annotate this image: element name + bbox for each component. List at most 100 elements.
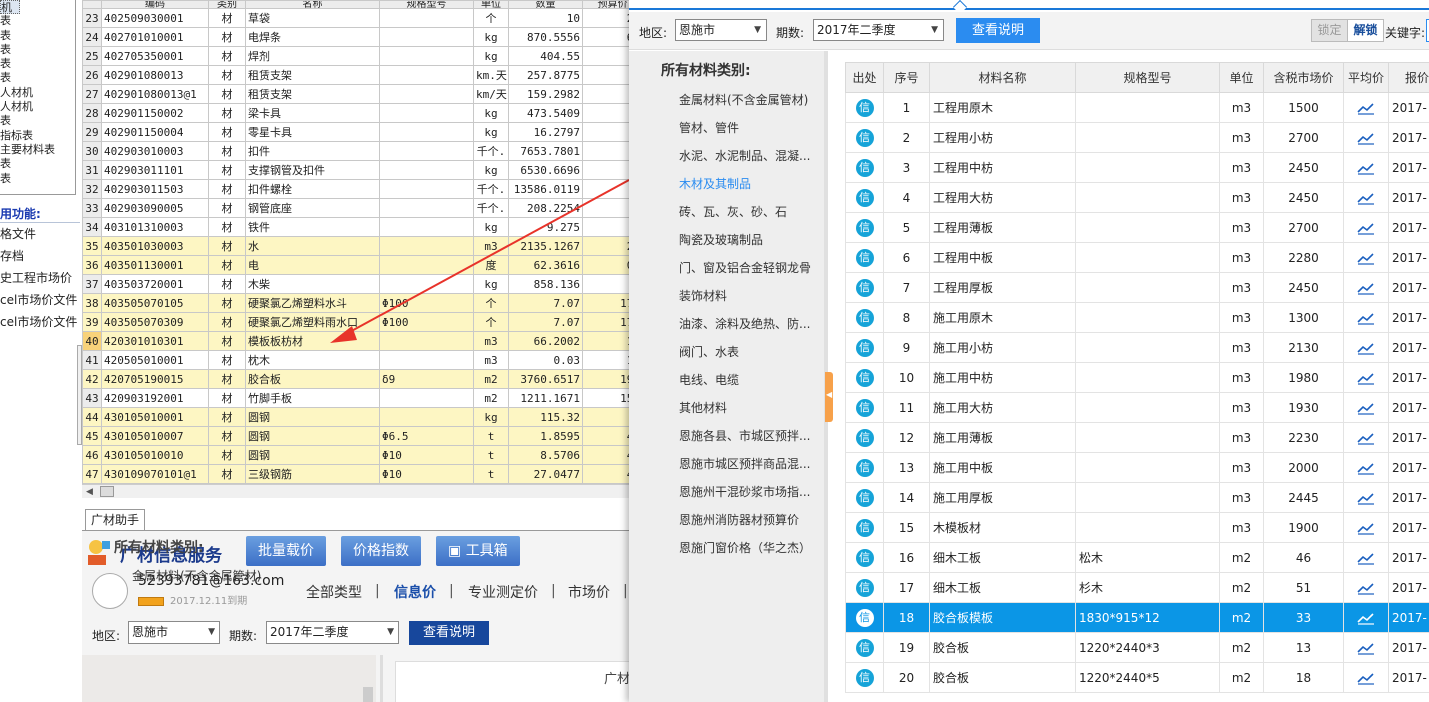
material-unit[interactable]: kg <box>473 217 509 237</box>
material-type[interactable]: 材 <box>208 388 246 408</box>
grid-column-header[interactable]: 名称 <box>245 0 380 9</box>
material-name[interactable]: 枕木 <box>245 350 380 370</box>
material-unit[interactable]: m2 <box>473 388 509 408</box>
material-unit[interactable]: kg <box>473 407 509 427</box>
info-source-icon[interactable]: 信 <box>855 158 874 177</box>
category-scrollbar[interactable] <box>363 687 373 702</box>
info-source-icon[interactable]: 信 <box>855 248 874 267</box>
material-price[interactable]: 19. <box>582 369 630 389</box>
material-name[interactable]: 竹脚手板 <box>245 388 380 408</box>
source-cell[interactable]: 信 <box>845 392 884 423</box>
material-spec[interactable] <box>379 65 474 85</box>
grid-row[interactable]: 34403101310003材铁件 kg9.2755 <box>82 217 630 237</box>
material-spec[interactable] <box>379 198 474 218</box>
function-item[interactable]: cel市场价文件 <box>0 311 80 333</box>
material-name[interactable]: 电焊条 <box>245 27 380 47</box>
unlock-button[interactable]: 解锁 <box>1347 19 1384 42</box>
material-type[interactable]: 材 <box>208 122 246 142</box>
material-unit[interactable]: m3 <box>473 331 509 351</box>
price-row[interactable]: 信 14 施工用厚板 m3 2445 2017- <box>845 482 1429 513</box>
trend-chart-icon[interactable] <box>1357 491 1375 505</box>
material-price[interactable]: 4 <box>582 407 630 427</box>
material-unit[interactable]: m2 <box>473 369 509 389</box>
trend-chart-icon[interactable] <box>1357 401 1375 415</box>
source-cell[interactable]: 信 <box>845 542 884 573</box>
price-row[interactable]: 信 8 施工用原木 m3 1300 2017- <box>845 302 1429 333</box>
average-price-cell[interactable] <box>1343 92 1389 123</box>
material-type[interactable]: 材 <box>208 8 246 28</box>
lock-button[interactable]: 锁定 <box>1311 19 1348 42</box>
price-column-header[interactable]: 单位 <box>1219 62 1264 93</box>
period-select[interactable]: 2017年二季度 ▼ <box>813 19 944 41</box>
grid-row[interactable]: 42420705190015材胶合板δ9m23760.651719. <box>82 369 630 389</box>
material-unit[interactable]: km/天 <box>473 84 509 104</box>
material-quantity[interactable]: 159.2982 <box>508 84 583 104</box>
material-spec[interactable] <box>379 122 474 142</box>
category-item[interactable]: 其他材料 <box>679 399 727 416</box>
material-spec[interactable] <box>379 160 474 180</box>
material-price[interactable]: 42 <box>582 445 630 465</box>
source-cell[interactable]: 信 <box>845 92 884 123</box>
average-price-cell[interactable] <box>1343 122 1389 153</box>
material-name[interactable]: 电 <box>245 255 380 275</box>
material-price[interactable]: 5 <box>582 217 630 237</box>
material-price[interactable]: 19 <box>582 350 630 370</box>
price-column-header[interactable]: 报价 <box>1388 62 1429 93</box>
material-code[interactable]: 420903192001 <box>101 388 209 408</box>
material-price[interactable]: 42 <box>582 426 630 446</box>
price-row[interactable]: 信 17 细木工板 杉木 m2 51 2017- <box>845 572 1429 603</box>
tree-item[interactable]: 机 <box>0 0 20 15</box>
material-spec[interactable]: Φ10 <box>379 464 474 484</box>
source-cell[interactable]: 信 <box>845 332 884 363</box>
info-source-icon[interactable]: 信 <box>855 308 874 327</box>
material-unit[interactable]: m3 <box>473 350 509 370</box>
material-quantity[interactable]: 7653.7801 <box>508 141 583 161</box>
category-item[interactable]: 恩施州消防器材预算价 <box>679 511 799 528</box>
material-type[interactable]: 材 <box>208 331 246 351</box>
price-row[interactable]: 信 13 施工用中板 m3 2000 2017- <box>845 452 1429 483</box>
material-type[interactable]: 材 <box>208 84 246 104</box>
material-spec[interactable] <box>379 407 474 427</box>
grid-row[interactable]: 40420301010301材模板板枋材 m366.200215 <box>82 331 630 351</box>
source-cell[interactable]: 信 <box>845 422 884 453</box>
trend-chart-icon[interactable] <box>1357 281 1375 295</box>
tree-item[interactable]: 表 <box>0 172 75 186</box>
material-price[interactable]: 45 <box>582 464 630 484</box>
tree-item[interactable]: 人材机 <box>0 100 75 114</box>
user-avatar[interactable] <box>92 573 128 609</box>
material-quantity[interactable]: 10 <box>508 8 583 28</box>
material-type[interactable]: 材 <box>208 27 246 47</box>
price-row[interactable]: 信 16 细木工板 松木 m2 46 2017- <box>845 542 1429 573</box>
tree-item[interactable]: 表 <box>0 14 75 28</box>
trend-chart-icon[interactable] <box>1357 251 1375 265</box>
source-cell[interactable]: 信 <box>845 662 884 693</box>
material-name[interactable]: 水 <box>245 236 380 256</box>
average-price-cell[interactable] <box>1343 332 1389 363</box>
material-name[interactable]: 支撑钢管及扣件 <box>245 160 380 180</box>
grid-row[interactable]: 31402903011101材支撑钢管及扣件 kg6530.66965 <box>82 160 630 180</box>
material-price[interactable] <box>582 198 630 218</box>
material-code[interactable]: 402901080013 <box>101 65 209 85</box>
material-quantity[interactable]: 8.5706 <box>508 445 583 465</box>
material-price[interactable]: 0 <box>582 274 630 294</box>
price-column-header[interactable]: 平均价 <box>1343 62 1389 93</box>
source-cell[interactable]: 信 <box>845 452 884 483</box>
material-unit[interactable]: m3 <box>473 236 509 256</box>
info-source-icon[interactable]: 信 <box>855 218 874 237</box>
material-type[interactable]: 材 <box>208 141 246 161</box>
material-price[interactable]: 6. <box>582 27 630 47</box>
material-spec[interactable] <box>379 350 474 370</box>
material-type[interactable]: 材 <box>208 369 246 389</box>
info-source-icon[interactable]: 信 <box>855 488 874 507</box>
material-unit[interactable]: t <box>473 426 509 446</box>
material-spec[interactable] <box>379 331 474 351</box>
trend-chart-icon[interactable] <box>1357 191 1375 205</box>
material-type[interactable]: 材 <box>208 274 246 294</box>
material-type[interactable]: 材 <box>208 179 246 199</box>
trend-chart-icon[interactable] <box>1357 611 1375 625</box>
material-code[interactable]: 402903090005 <box>101 198 209 218</box>
scroll-left-icon[interactable]: ◀ <box>86 487 93 497</box>
material-unit[interactable]: kg <box>473 274 509 294</box>
material-price[interactable]: 0. <box>582 255 630 275</box>
material-code[interactable]: 403501030003 <box>101 236 209 256</box>
